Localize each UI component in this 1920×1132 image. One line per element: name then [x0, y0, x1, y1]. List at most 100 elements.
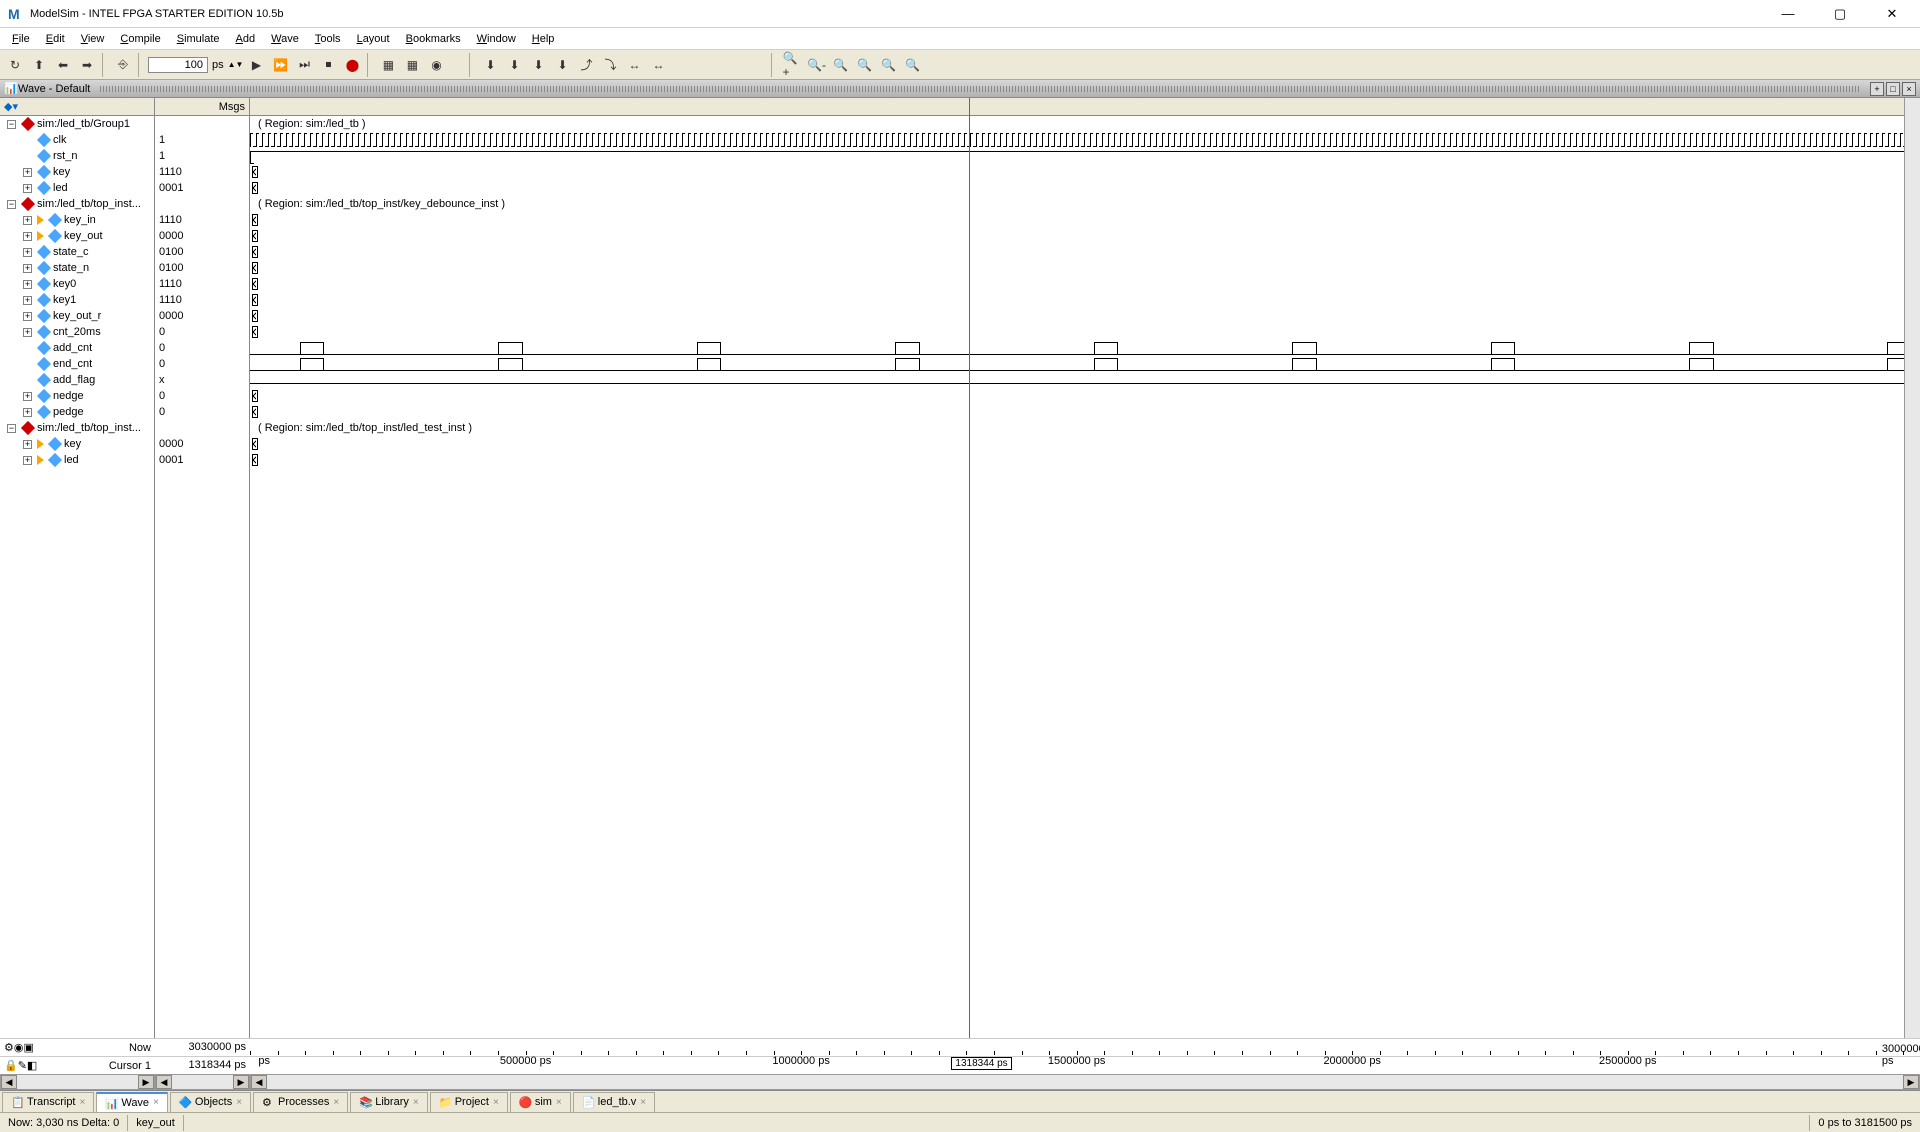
menu-simulate[interactable]: Simulate [169, 30, 228, 48]
tab-led_tb.v[interactable]: 📄led_tb.v× [573, 1092, 655, 1112]
signal-clk[interactable]: clk [0, 132, 154, 148]
signal-cnt_20ms[interactable]: +cnt_20ms [0, 324, 154, 340]
tab-project[interactable]: 📁Project× [430, 1092, 508, 1112]
names-hscroll[interactable]: ◀▶ [0, 1074, 155, 1090]
signal-led[interactable]: +led [0, 180, 154, 196]
signal-key[interactable]: +key [0, 436, 154, 452]
break-icon[interactable]: ⏹ [317, 54, 339, 76]
wave-state_c[interactable]: 0010010010000001001001001000000100100100… [250, 244, 1904, 260]
wave-rst_n[interactable] [250, 148, 1904, 164]
vertical-scrollbar[interactable] [1904, 98, 1920, 1038]
restart-icon[interactable]: ↻ [4, 54, 26, 76]
signal-state_n[interactable]: +state_n [0, 260, 154, 276]
zoom-range-icon[interactable]: 🔍 [877, 54, 899, 76]
wave-add_flag[interactable] [250, 372, 1904, 388]
tab-processes[interactable]: ⚙Processes× [253, 1092, 348, 1112]
panel-max-button[interactable]: □ [1886, 82, 1900, 96]
signal-key1[interactable]: +key1 [0, 292, 154, 308]
run-time-unit[interactable]: ps [210, 58, 226, 72]
run-icon[interactable]: ▶ [245, 54, 267, 76]
signal-state_c[interactable]: +state_c [0, 244, 154, 260]
cursor-line[interactable] [969, 98, 970, 1038]
wave-sim:/led_tb/Group1[interactable]: ( Region: sim:/led_tb ) [250, 116, 1904, 132]
wave-hscroll[interactable]: ◀▶ [250, 1074, 1920, 1090]
wave-led[interactable]: 0000000100000001000000101010 [250, 180, 1904, 196]
panel-pin-button[interactable]: + [1870, 82, 1884, 96]
tool1-icon[interactable]: ▦ [377, 54, 399, 76]
msgs-hscroll[interactable]: ◀▶ [155, 1074, 250, 1090]
cursor1-icon[interactable]: ⬇ [479, 54, 501, 76]
signal-pedge[interactable]: +pedge [0, 404, 154, 420]
menu-file[interactable]: File [4, 30, 38, 48]
tab-library[interactable]: 📚Library× [350, 1092, 427, 1112]
tab-transcript[interactable]: 📋Transcript× [2, 1092, 94, 1112]
back-icon[interactable]: ⬅ [52, 54, 74, 76]
zoom-full-icon[interactable]: 🔍 [829, 54, 851, 76]
zoom-in-icon[interactable]: 🔍+ [781, 54, 803, 76]
signal-led[interactable]: +led [0, 452, 154, 468]
wave-key_out_r[interactable]: 0000000000000000000000000000 [250, 308, 1904, 324]
menu-tools[interactable]: Tools [307, 30, 349, 48]
menu-layout[interactable]: Layout [349, 30, 398, 48]
zoom-out-icon[interactable]: 🔍- [805, 54, 827, 76]
zoom-cursor-icon[interactable]: 🔍 [853, 54, 875, 76]
tab-objects[interactable]: 🔷Objects× [170, 1092, 251, 1112]
wave-state_n[interactable]: 0010010010000001001001001000000100100100… [250, 260, 1904, 276]
cursor3-icon[interactable]: ⬇ [527, 54, 549, 76]
wave-nedge[interactable]: 00000000 [250, 388, 1904, 404]
menu-compile[interactable]: Compile [112, 30, 168, 48]
signal-key0[interactable]: +key0 [0, 276, 154, 292]
signal-end_cnt[interactable]: end_cnt [0, 356, 154, 372]
menu-view[interactable]: View [73, 30, 113, 48]
signal-key_out[interactable]: +key_out [0, 228, 154, 244]
wave-sim:/led_tb/top_inst...[interactable]: ( Region: sim:/led_tb/top_inst/key_debou… [250, 196, 1904, 212]
continue-icon[interactable]: ⏭ [293, 54, 315, 76]
signal-nedge[interactable]: +nedge [0, 388, 154, 404]
signal-key[interactable]: +key [0, 164, 154, 180]
signal-key_out_r[interactable]: +key_out_r [0, 308, 154, 324]
wave-sim:/led_tb/top_inst...[interactable]: ( Region: sim:/led_tb/top_inst/led_test_… [250, 420, 1904, 436]
tab-wave[interactable]: 📊Wave× [96, 1092, 168, 1112]
menu-add[interactable]: Add [228, 30, 264, 48]
cursor2-icon[interactable]: ⬇ [503, 54, 525, 76]
wave-add_cnt[interactable] [250, 340, 1904, 356]
wave-clk[interactable] [250, 132, 1904, 148]
wave-key[interactable]: 1110111111101111111011111111111011011111… [250, 164, 1904, 180]
wave-key[interactable]: 0000000000000000000000000000 [250, 436, 1904, 452]
zoom-other-icon[interactable]: 🔍 [901, 54, 923, 76]
menu-edit[interactable]: Edit [38, 30, 73, 48]
menu-wave[interactable]: Wave [263, 30, 307, 48]
edge3-icon[interactable]: ↔ [623, 54, 645, 76]
stop-icon[interactable]: ⬤ [341, 54, 363, 76]
step-icon[interactable]: ⎆ [112, 54, 134, 76]
run-time-input[interactable]: 100 [148, 57, 208, 73]
edge1-icon[interactable]: ⤴ [575, 54, 597, 76]
forward-icon[interactable]: ➡ [76, 54, 98, 76]
wave-pedge[interactable]: 00000000 [250, 404, 1904, 420]
up-icon[interactable]: ⬆ [28, 54, 50, 76]
waveform-area[interactable]: ( Region: sim:/led_tb ) 11101111111011111… [250, 98, 1904, 1038]
maximize-button[interactable]: ▢ [1820, 2, 1860, 26]
signal-rst_n[interactable]: rst_n [0, 148, 154, 164]
minimize-button[interactable]: — [1768, 2, 1808, 26]
signal-sim:/led_tb/top_inst...[interactable]: −sim:/led_tb/top_inst... [0, 420, 154, 436]
edge2-icon[interactable]: ⤵ [599, 54, 621, 76]
wave-led[interactable]: 0000000100000001000000101010 [250, 452, 1904, 468]
edge4-icon[interactable]: ↔ [647, 54, 669, 76]
wave-end_cnt[interactable] [250, 356, 1904, 372]
wave-cnt_20ms[interactable]: 00000000000000 [250, 324, 1904, 340]
menu-bookmarks[interactable]: Bookmarks [398, 30, 469, 48]
wave-key1[interactable]: 1110111111101111111011111111111011011111… [250, 292, 1904, 308]
close-button[interactable]: ✕ [1872, 2, 1912, 26]
tool2-icon[interactable]: ▦ [401, 54, 423, 76]
run-all-icon[interactable]: ⏩ [269, 54, 291, 76]
tab-sim[interactable]: 🔴sim× [510, 1092, 571, 1112]
signal-sim:/led_tb/Group1[interactable]: −sim:/led_tb/Group1 [0, 116, 154, 132]
signal-add_flag[interactable]: add_flag [0, 372, 154, 388]
cursor4-icon[interactable]: ⬇ [551, 54, 573, 76]
signal-key_in[interactable]: +key_in [0, 212, 154, 228]
cursor-flag[interactable]: 1318344 ps [951, 1057, 1011, 1070]
wave-key_in[interactable]: 1110111111101111111011111111111011011111… [250, 212, 1904, 228]
signal-add_cnt[interactable]: add_cnt [0, 340, 154, 356]
panel-close-button[interactable]: × [1902, 82, 1916, 96]
